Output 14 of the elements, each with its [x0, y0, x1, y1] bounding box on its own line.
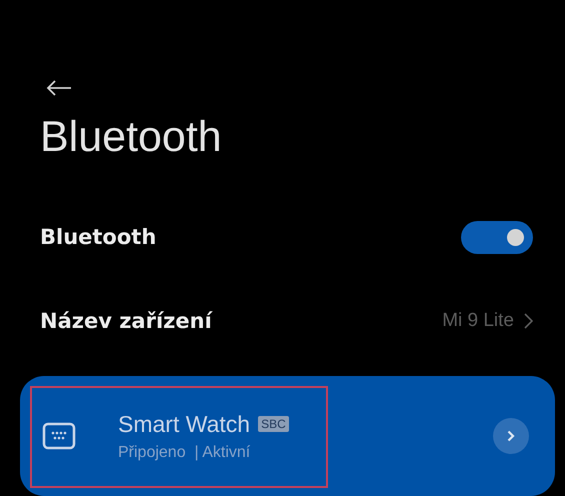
- device-name: Smart Watch: [118, 410, 250, 438]
- device-name-value[interactable]: Mi 9 Lite: [442, 310, 514, 332]
- codec-badge: SBC: [258, 416, 289, 432]
- chevron-icon: [524, 312, 533, 329]
- keyboard-icon: [42, 422, 76, 450]
- setting-label: Název zařízení: [40, 308, 212, 333]
- setting-label: Bluetooth: [40, 225, 156, 250]
- chevron-icon: [507, 430, 515, 442]
- device-card[interactable]: Smart Watch SBC Připojeno | Aktivní: [20, 376, 555, 496]
- page-title: Bluetooth: [40, 116, 223, 160]
- bluetooth-toggle[interactable]: [461, 220, 533, 254]
- details-button[interactable]: [493, 418, 529, 454]
- device-status: Připojeno | Aktivní: [118, 444, 252, 462]
- back-arrow-icon: [46, 80, 72, 96]
